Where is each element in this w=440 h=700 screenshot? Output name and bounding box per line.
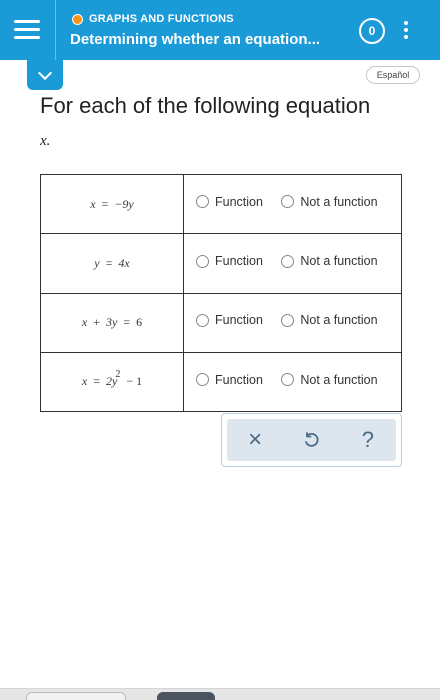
radio-icon[interactable] xyxy=(196,254,209,268)
check-button[interactable] xyxy=(157,692,215,700)
function-radio[interactable]: Function xyxy=(196,254,263,268)
table-row: y = 4x Function Not a function xyxy=(40,233,402,294)
options-cell: Function Not a function xyxy=(183,292,402,353)
options-cell: Function Not a function xyxy=(183,351,402,413)
equation-cell: x + 3y = 6 xyxy=(40,292,184,353)
exponent: 2 xyxy=(115,369,121,381)
instruction-text: For each of the following equation xyxy=(40,93,371,118)
not-function-radio[interactable]: Not a function xyxy=(281,373,378,387)
answer-actions: × ? xyxy=(227,419,396,461)
radio-icon[interactable] xyxy=(281,313,295,327)
clear-icon[interactable]: × xyxy=(240,425,270,455)
equation-cell: y = 4x xyxy=(40,233,184,294)
chevron-down-icon xyxy=(37,65,53,81)
equation-cell: x = −9y xyxy=(40,173,184,235)
not-function-radio[interactable]: Not a function xyxy=(281,313,378,327)
equations-table: x = −9y Function Not a function y = 4x F… xyxy=(40,173,402,413)
menu-button[interactable] xyxy=(10,14,44,46)
page-title: Determining whether an equation... xyxy=(70,31,321,48)
options-cell: Function Not a function xyxy=(183,173,402,235)
answer-actions-panel: × ? xyxy=(221,413,402,467)
radio-icon[interactable] xyxy=(196,313,209,327)
more-options-icon[interactable] xyxy=(400,19,412,41)
topic-row: GRAPHS AND FUNCTIONS xyxy=(72,12,234,26)
not-function-radio[interactable]: Not a function xyxy=(281,195,378,209)
table-row: x + 3y = 6 Function Not a function xyxy=(40,292,402,353)
app-header: GRAPHS AND FUNCTIONS Determining whether… xyxy=(0,0,440,60)
options-cell: Function Not a function xyxy=(183,233,402,294)
radio-icon[interactable] xyxy=(281,254,295,268)
table-row: x = 2y2 − 1 Function Not a function xyxy=(40,351,402,413)
radio-icon[interactable] xyxy=(281,195,295,209)
not-function-radio[interactable]: Not a function xyxy=(281,254,378,268)
function-radio[interactable]: Function xyxy=(196,313,263,327)
hamburger-icon xyxy=(14,20,40,23)
undo-icon[interactable] xyxy=(296,425,326,455)
header-divider xyxy=(55,0,56,60)
topic-label: GRAPHS AND FUNCTIONS xyxy=(89,13,234,25)
radio-icon[interactable] xyxy=(196,373,209,387)
collapse-button[interactable] xyxy=(27,60,63,90)
topic-dot-icon xyxy=(72,13,83,25)
help-icon[interactable]: ? xyxy=(353,425,383,455)
equation-cell: x = 2y2 − 1 xyxy=(40,351,184,413)
radio-icon[interactable] xyxy=(281,373,295,387)
table-row: x = −9y Function Not a function xyxy=(40,173,402,235)
function-radio[interactable]: Function xyxy=(196,373,263,387)
radio-icon[interactable] xyxy=(196,195,209,209)
function-radio[interactable]: Function xyxy=(196,195,263,209)
language-button[interactable]: Español xyxy=(366,66,420,84)
explanation-button[interactable] xyxy=(26,692,126,700)
variable-label: x. xyxy=(40,133,51,149)
progress-badge[interactable]: 0 xyxy=(359,18,385,44)
